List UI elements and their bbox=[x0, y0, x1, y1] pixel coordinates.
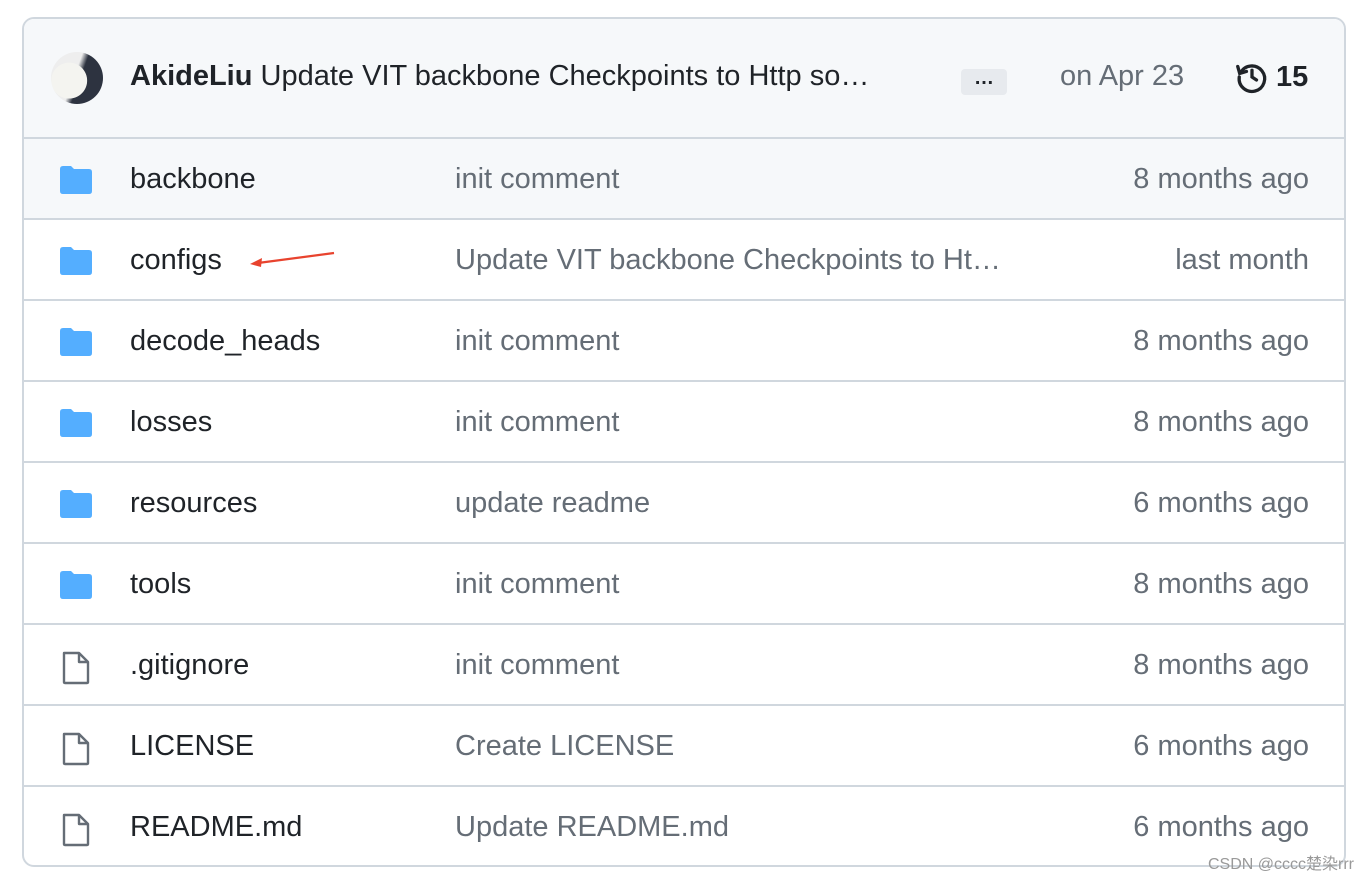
file-name[interactable]: README.md bbox=[130, 811, 302, 844]
commit-age: 6 months ago bbox=[1133, 487, 1309, 519]
file-name[interactable]: tools bbox=[130, 568, 191, 601]
file-row[interactable]: configs Update VIT backbone Checkpoints … bbox=[24, 220, 1344, 301]
commit-message-link[interactable]: init comment bbox=[455, 325, 619, 358]
folder-icon bbox=[58, 489, 94, 524]
file-row[interactable]: .gitignore init comment 8 months ago bbox=[24, 625, 1344, 706]
commit-date[interactable]: on Apr 23 bbox=[1060, 60, 1184, 93]
avatar[interactable] bbox=[51, 52, 103, 104]
file-icon bbox=[58, 651, 94, 690]
file-name[interactable]: decode_heads bbox=[130, 325, 320, 358]
commit-message-link[interactable]: Update README.md bbox=[455, 811, 729, 844]
commit-age: 8 months ago bbox=[1133, 568, 1309, 600]
commit-age: 8 months ago bbox=[1133, 325, 1309, 357]
watermark: CSDN @cccc楚染rrr bbox=[1207, 856, 1354, 873]
commit-message-link[interactable]: Create LICENSE bbox=[455, 730, 674, 763]
folder-icon bbox=[58, 570, 94, 605]
history-link[interactable]: 15 bbox=[1234, 59, 1308, 95]
file-row[interactable]: tools init comment 8 months ago bbox=[24, 544, 1344, 625]
commit-author[interactable]: AkideLiu bbox=[130, 60, 252, 92]
commit-age: 6 months ago bbox=[1133, 811, 1309, 843]
file-row[interactable]: losses init comment 8 months ago bbox=[24, 382, 1344, 463]
folder-icon bbox=[58, 165, 94, 200]
commit-age: 8 months ago bbox=[1133, 163, 1309, 195]
annotation-arrow-icon bbox=[250, 251, 335, 267]
commit-age: 8 months ago bbox=[1133, 649, 1309, 681]
file-name[interactable]: .gitignore bbox=[130, 649, 249, 682]
commit-age: 8 months ago bbox=[1133, 406, 1309, 438]
file-icon bbox=[58, 813, 94, 852]
commit-message-link[interactable]: init comment bbox=[455, 568, 619, 601]
commit-age: 6 months ago bbox=[1133, 730, 1309, 762]
commit-message[interactable]: Update VIT backbone Checkpoints to Http … bbox=[261, 60, 870, 92]
file-row[interactable]: LICENSE Create LICENSE 6 months ago bbox=[24, 706, 1344, 787]
file-row[interactable]: README.md Update README.md 6 months ago bbox=[24, 787, 1344, 865]
folder-icon bbox=[58, 246, 94, 281]
file-name[interactable]: resources bbox=[130, 487, 257, 520]
file-browser: AkideLiu Update VIT backbone Checkpoints… bbox=[22, 17, 1346, 867]
commit-count: 15 bbox=[1276, 60, 1309, 93]
file-name[interactable]: configs bbox=[130, 244, 222, 277]
expand-commit-button[interactable]: … bbox=[961, 68, 1007, 95]
file-row[interactable]: backbone init comment 8 months ago bbox=[24, 139, 1344, 220]
file-name[interactable]: backbone bbox=[130, 163, 256, 196]
file-name[interactable]: LICENSE bbox=[130, 730, 254, 763]
commit-message-link[interactable]: Update VIT backbone Checkpoints to Ht… bbox=[455, 244, 1001, 277]
history-icon bbox=[1236, 64, 1267, 94]
commit-message-link[interactable]: init comment bbox=[455, 406, 619, 439]
folder-icon bbox=[58, 408, 94, 443]
commit-message-link[interactable]: update readme bbox=[455, 487, 650, 520]
commit-message-link[interactable]: init comment bbox=[455, 649, 619, 682]
commit-age: last month bbox=[1175, 244, 1309, 276]
latest-commit-bar: AkideLiu Update VIT backbone Checkpoints… bbox=[24, 19, 1344, 139]
file-icon bbox=[58, 732, 94, 771]
file-name[interactable]: losses bbox=[130, 406, 212, 439]
file-row[interactable]: decode_heads init comment 8 months ago bbox=[24, 301, 1344, 382]
commit-message-link[interactable]: init comment bbox=[455, 163, 619, 196]
file-row[interactable]: resources update readme 6 months ago bbox=[24, 463, 1344, 544]
commit-summary: AkideLiu Update VIT backbone Checkpoints… bbox=[130, 60, 869, 93]
folder-icon bbox=[58, 327, 94, 362]
